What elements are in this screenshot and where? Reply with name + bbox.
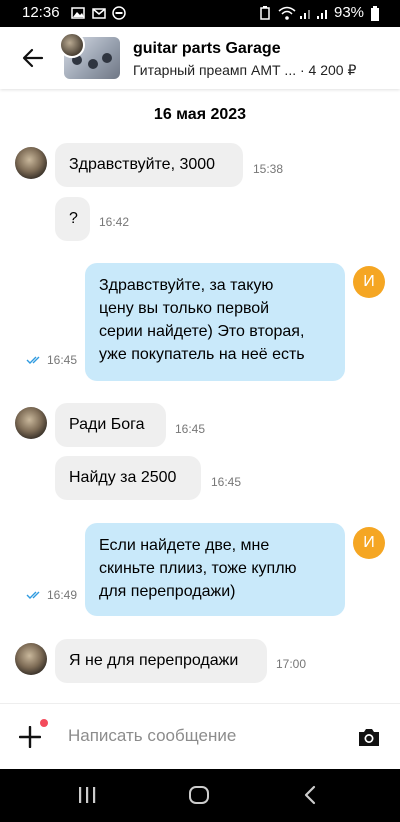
message-time: 16:45 <box>47 353 78 367</box>
listing-subtitle[interactable]: Гитарный преамп АМТ ... · 4 200 ₽ <box>133 62 356 79</box>
signal-icon-2 <box>317 10 327 19</box>
read-ticks-icon <box>26 591 40 599</box>
message-line: цену вы только первой <box>99 300 270 317</box>
message-line: уже покупатель на неё есть <box>99 346 305 363</box>
message-time: 16:45 <box>211 475 242 489</box>
message-line: скиньте плииз, тоже куплю <box>99 560 297 577</box>
sender-avatar <box>15 147 47 179</box>
back-arrow-icon[interactable] <box>20 45 46 71</box>
my-avatar: И <box>353 266 385 298</box>
incoming-message: Ради Бога <box>55 403 166 447</box>
wifi-icon <box>278 6 296 20</box>
battery-saver-icon <box>260 6 270 20</box>
message-time: 17:00 <box>276 657 307 671</box>
message-text: Ради Бога <box>69 416 145 433</box>
do-not-disturb-icon <box>112 6 126 20</box>
message-time: 15:38 <box>253 162 284 176</box>
incoming-message: ? <box>55 197 90 241</box>
message-text: Найду за 2500 <box>69 469 177 486</box>
attach-plus-icon[interactable] <box>19 726 41 748</box>
message-line: Если найдете две, мне <box>99 537 270 554</box>
home-icon[interactable] <box>188 785 210 805</box>
chat-title[interactable]: guitar parts Garage <box>133 40 281 58</box>
back-nav-icon[interactable] <box>302 785 318 805</box>
battery-icon <box>371 6 379 21</box>
status-bar: 12:36 93% <box>0 0 400 27</box>
outgoing-message: Если найдете две, мне скиньте плииз, тож… <box>85 523 345 616</box>
status-time: 12:36 <box>22 4 60 21</box>
incoming-message: Я не для перепродажи <box>55 639 267 683</box>
message-composer: Написать сообщение <box>0 703 400 770</box>
incoming-message: Здравствуйте, 3000 <box>55 143 243 187</box>
message-time: 16:42 <box>99 215 130 229</box>
outgoing-message: Здравствуйте, за такую цену вы только пе… <box>85 263 345 381</box>
date-separator: 16 мая 2023 <box>153 106 247 123</box>
message-line: серии найдете) Это вторая, <box>99 323 305 340</box>
system-navigation-bar <box>0 769 400 822</box>
incoming-message: Найду за 2500 <box>55 456 201 500</box>
image-icon <box>71 7 85 19</box>
message-text: Я не для перепродажи <box>69 652 239 669</box>
read-ticks-icon <box>26 356 40 364</box>
message-time: 16:45 <box>175 422 206 436</box>
sender-avatar <box>15 407 47 439</box>
message-input[interactable]: Написать сообщение <box>68 726 236 746</box>
camera-icon[interactable] <box>357 726 381 748</box>
notification-dot <box>40 719 48 727</box>
message-text: Здравствуйте, 3000 <box>69 156 216 173</box>
recent-apps-icon[interactable] <box>77 785 97 805</box>
sender-avatar <box>15 643 47 675</box>
mail-icon <box>92 8 106 19</box>
battery-percent: 93% <box>334 4 365 21</box>
message-line: Здравствуйте, за такую <box>99 277 274 294</box>
message-text: ? <box>69 210 78 227</box>
seller-avatar <box>59 32 85 58</box>
signal-icon-1 <box>300 10 310 19</box>
message-line: для перепродажи) <box>99 583 236 600</box>
my-avatar: И <box>353 527 385 559</box>
message-time: 16:49 <box>47 588 78 602</box>
chat-header: guitar parts Garage Гитарный преамп АМТ … <box>0 27 400 89</box>
